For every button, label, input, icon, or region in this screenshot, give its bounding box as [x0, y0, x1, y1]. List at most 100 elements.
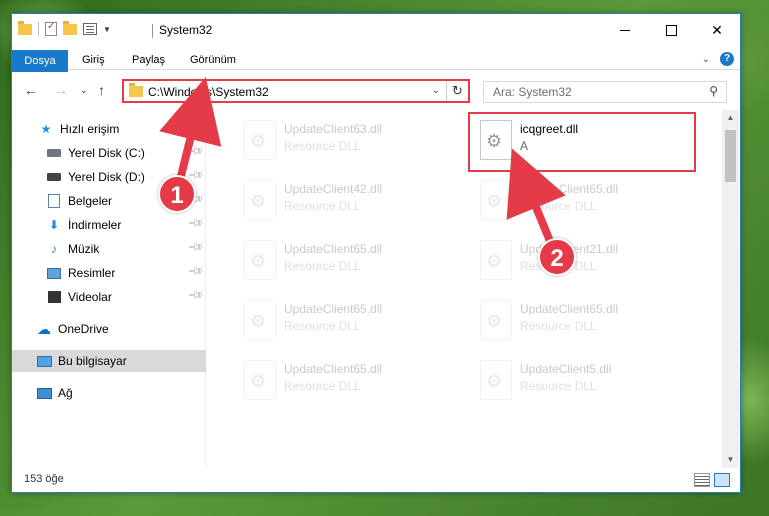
scrollbar-thumb[interactable] [725, 130, 736, 182]
sidebar-item-local-disk-c[interactable]: Yerel Disk (C:) 📌︎ [12, 142, 206, 164]
tab-share[interactable]: Paylaş [132, 50, 165, 70]
navigation-bar: ← → ⌄ ↑ C:\Windows\System32 ⌄ ↻ ⚲ [12, 72, 740, 110]
maximize-button[interactable] [648, 14, 694, 46]
dll-file-icon [244, 240, 276, 280]
sidebar-item-label: Resimler [68, 266, 116, 280]
file-description: Resource DLL [284, 259, 361, 273]
window-title-text: System32 [159, 23, 213, 37]
sidebar-item-label: Yerel Disk (D:) [68, 170, 145, 184]
pin-icon: 📌︎ [187, 239, 205, 256]
file-item[interactable]: UpdateClient65.dll Resource DLL [234, 294, 454, 346]
search-input[interactable] [484, 82, 684, 102]
refresh-icon[interactable]: ↻ [446, 81, 468, 101]
sidebar-item-onedrive[interactable]: ☁ OneDrive [12, 318, 206, 340]
dll-file-icon [480, 240, 512, 280]
address-dropdown-icon[interactable]: ⌄ [432, 85, 440, 96]
file-description: Resource DLL [284, 199, 361, 213]
minimize-button[interactable] [602, 14, 648, 46]
scroll-down-arrow-icon[interactable]: ▼ [722, 452, 739, 468]
dll-file-icon [480, 180, 512, 220]
file-item[interactable]: UpdateClient65.dll Resource DLL [234, 234, 454, 286]
search-icon[interactable]: ⚲ [709, 84, 718, 98]
step-1-badge: 1 [158, 175, 196, 213]
file-name: UpdateClient5.dll [520, 362, 612, 376]
sidebar-item-label: Müzik [68, 242, 100, 256]
cloud-icon: ☁ [37, 320, 51, 337]
music-icon: ♪ [51, 242, 57, 256]
quick-access-toolbar: ▼ [18, 20, 111, 36]
file-item[interactable]: UpdateClient42.dll Resource DLL [234, 174, 454, 226]
window-controls: ✕ [602, 14, 740, 46]
vertical-scrollbar[interactable]: ▲ ▼ [722, 110, 739, 468]
customize-toolbar-arrow-icon[interactable]: ▼ [103, 25, 111, 34]
file-item[interactable]: UpdateClient65.dll Resource DLL [470, 294, 690, 346]
new-folder-icon[interactable] [63, 20, 77, 35]
tab-view[interactable]: Görünüm [190, 50, 236, 70]
recent-locations-chevron-icon[interactable]: ⌄ [80, 85, 88, 96]
sidebar-item-label: İndirmeler [68, 218, 122, 232]
window-title: System32 [152, 23, 212, 38]
file-item[interactable]: UpdateClient65.dll Resource DLL [470, 174, 690, 226]
view-switcher [694, 473, 730, 487]
address-bar[interactable]: C:\Windows\System32 ⌄ ↻ [122, 79, 470, 103]
sidebar-item-pictures[interactable]: Resimler 📌︎ [12, 262, 206, 284]
status-bar: 153 öğe [12, 468, 740, 492]
dll-file-icon [480, 300, 512, 340]
tab-home[interactable]: Giriş [82, 50, 105, 70]
sidebar-item-downloads[interactable]: ⬇ İndirmeler 📌︎ [12, 214, 206, 236]
pin-icon: 📌︎ [187, 287, 205, 304]
file-description: Resource DLL [284, 319, 361, 333]
properties-icon[interactable] [45, 21, 57, 36]
help-icon[interactable]: ? [720, 52, 734, 66]
file-item[interactable]: UpdateClient65.dll Resource DLL [234, 354, 454, 406]
sidebar-item-label: Bu bilgisayar [58, 354, 127, 368]
expand-ribbon-icon[interactable]: ⌄ [702, 54, 710, 65]
file-item[interactable]: UpdateClient21.dll Resource DLL [470, 234, 690, 286]
drive-icon [46, 170, 62, 184]
drive-icon [46, 146, 62, 160]
close-button[interactable]: ✕ [694, 14, 740, 46]
search-box[interactable]: ⚲ [483, 81, 727, 103]
dll-file-icon [244, 120, 276, 160]
pin-icon: 📌︎ [187, 143, 205, 160]
sidebar-item-music[interactable]: ♪ Müzik 📌︎ [12, 238, 206, 260]
sidebar-item-this-pc[interactable]: Bu bilgisayar [12, 350, 206, 372]
divider [38, 22, 39, 36]
file-name: UpdateClient65.dll [520, 182, 619, 196]
file-description: Resource DLL [520, 319, 597, 333]
view-options-icon[interactable] [83, 23, 97, 35]
up-arrow-icon[interactable]: ↑ [98, 82, 105, 98]
navigation-pane: ★ Hızlı erişim Yerel Disk (C:) 📌︎ Yerel … [12, 110, 206, 468]
sidebar-item-videos[interactable]: Videolar 📌︎ [12, 286, 206, 308]
sidebar-item-label: OneDrive [58, 322, 109, 336]
scroll-up-arrow-icon[interactable]: ▲ [722, 110, 739, 126]
star-icon: ★ [40, 122, 52, 136]
address-path[interactable]: C:\Windows\System32 [148, 85, 269, 99]
file-name: UpdateClient65.dll [284, 362, 383, 376]
file-item[interactable]: UpdateClient5.dll Resource DLL [470, 354, 690, 406]
file-description: A [520, 139, 529, 153]
dll-file-icon [244, 360, 276, 400]
downloads-icon: ⬇ [48, 218, 60, 232]
file-item-icqgreet[interactable]: icqgreet.dll A [468, 112, 696, 172]
details-view-icon[interactable] [694, 473, 710, 487]
sidebar-item-label: Hızlı erişim [60, 122, 120, 136]
documents-icon [46, 194, 62, 208]
network-icon [36, 386, 52, 400]
tab-file[interactable]: Dosya [12, 50, 68, 73]
sidebar-item-label: Ağ [58, 386, 73, 400]
file-list: UpdateClient63.dll Resource DLL icqgreet… [208, 110, 722, 468]
folder-icon [18, 20, 32, 35]
forward-arrow-icon[interactable]: → [54, 82, 68, 98]
file-item[interactable]: UpdateClient63.dll Resource DLL [234, 114, 454, 166]
item-count: 153 öğe [24, 473, 64, 485]
file-description: Resource DLL [520, 199, 597, 213]
file-description: Resource DLL [284, 139, 361, 153]
folder-icon [129, 83, 143, 97]
title-bar: ▼ System32 ✕ [12, 14, 740, 46]
large-icons-view-icon[interactable] [714, 473, 730, 487]
back-arrow-icon[interactable]: ← [24, 82, 38, 98]
sidebar-item-quick-access[interactable]: ★ Hızlı erişim [12, 118, 206, 140]
sidebar-item-network[interactable]: Ağ [12, 382, 206, 404]
sidebar-item-label: Belgeler [68, 194, 113, 208]
